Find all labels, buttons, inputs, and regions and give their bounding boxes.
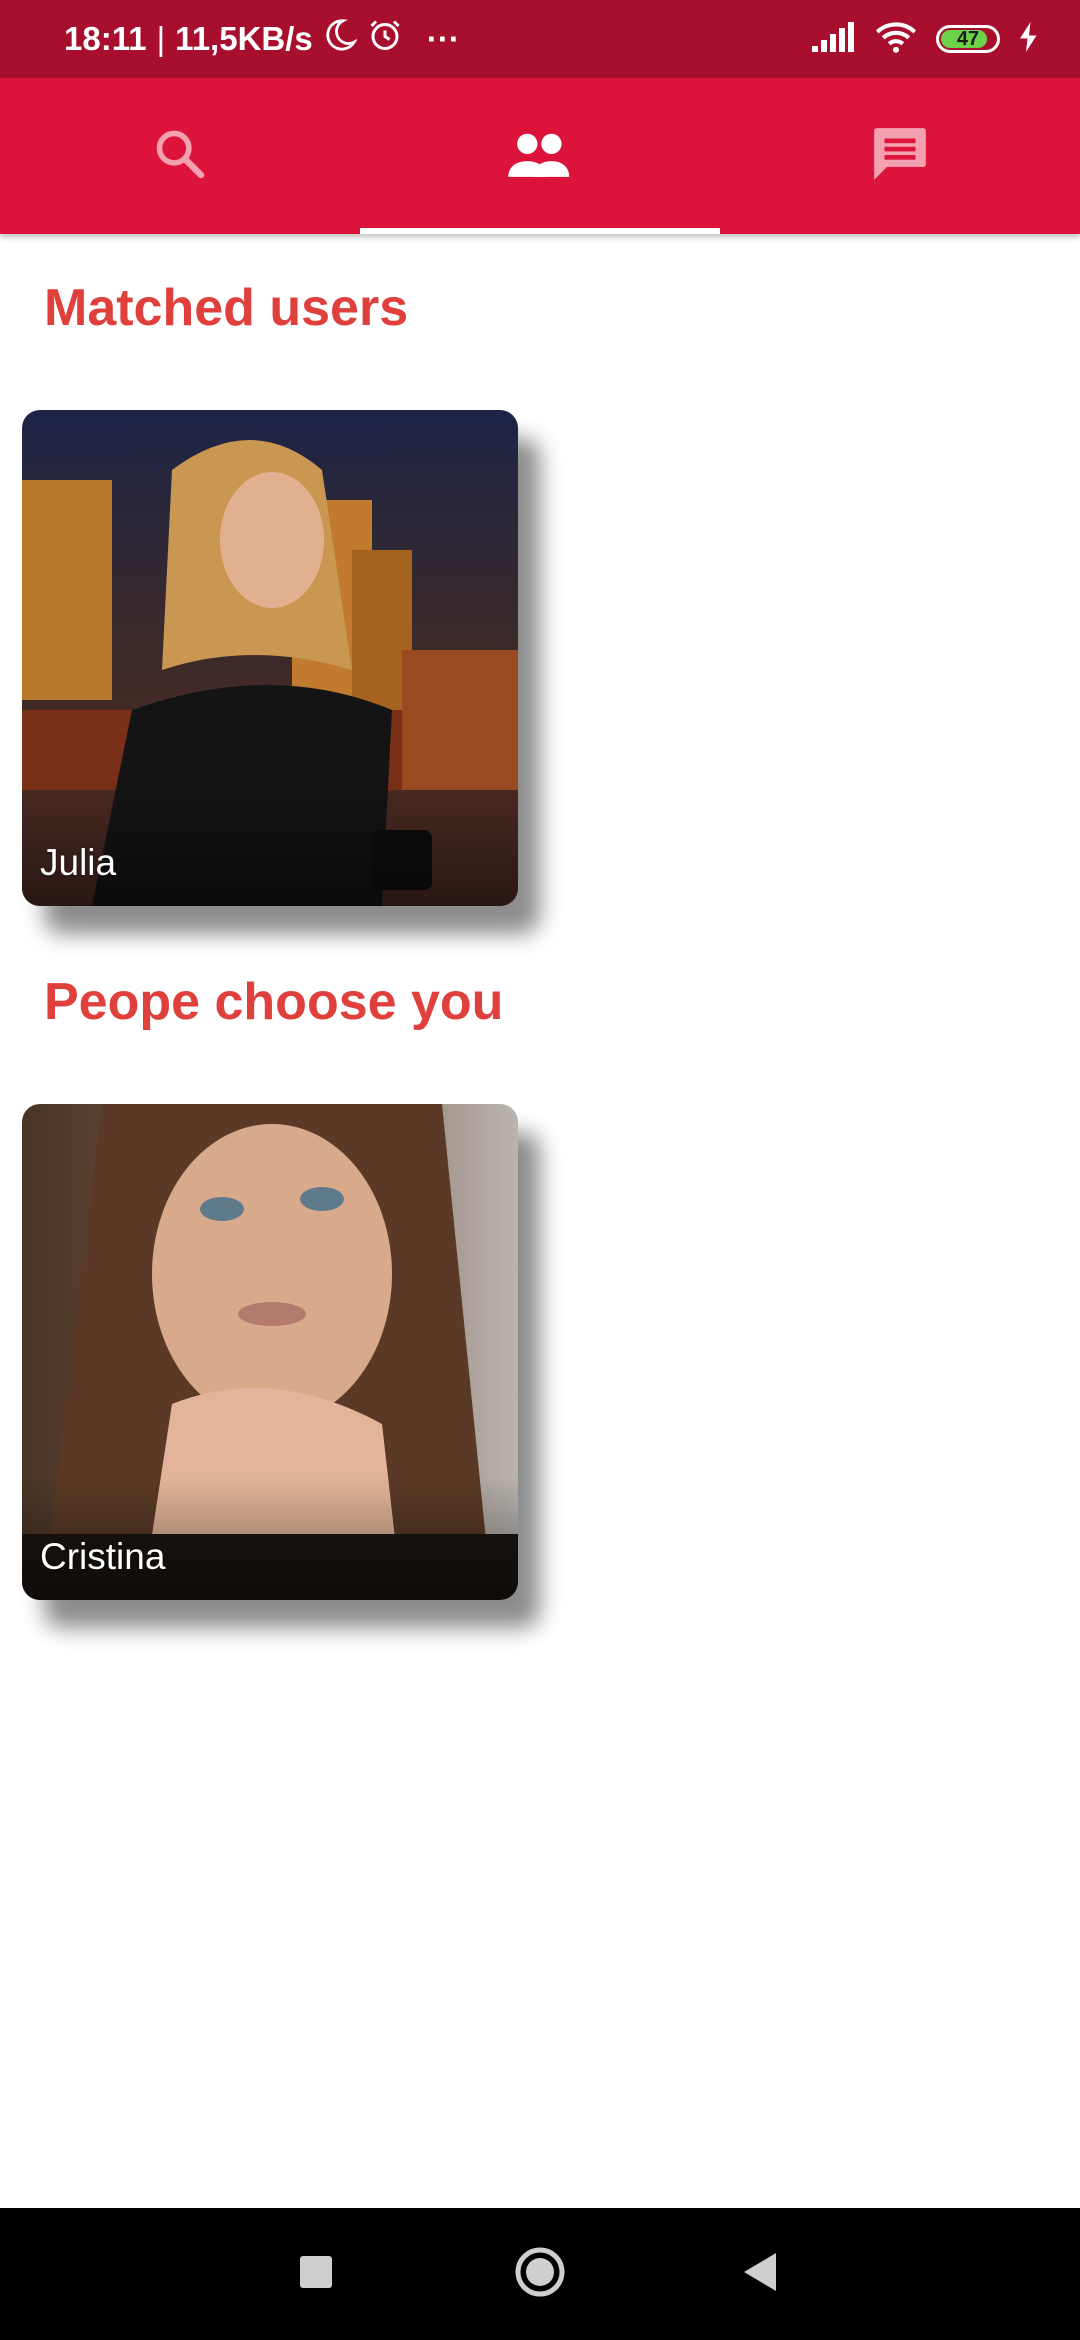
- matched-users-title: Matched users: [44, 279, 409, 337]
- recents-button[interactable]: [256, 2208, 376, 2340]
- status-left: 18:11 | 11,5KB/s ···: [64, 0, 460, 78]
- status-separator: |: [156, 20, 166, 57]
- signal-icon: [812, 21, 856, 57]
- search-icon: [152, 126, 208, 187]
- battery-level: 47: [956, 27, 980, 50]
- user-photo: [22, 410, 518, 906]
- status-time: 18:11: [64, 20, 147, 57]
- back-triangle-icon: [740, 2251, 780, 2298]
- tab-bar: [0, 78, 1080, 234]
- user-photo: [22, 1104, 518, 1600]
- selected-tab-indicator: [360, 228, 720, 234]
- tab-messages[interactable]: [720, 78, 1080, 234]
- chosen-users-title: Peope choose you: [44, 973, 504, 1031]
- recents-square-icon: [299, 2255, 333, 2294]
- tab-people[interactable]: [360, 78, 720, 234]
- tab-search[interactable]: [0, 78, 360, 234]
- chosen-user-card[interactable]: Cristina: [22, 1104, 518, 1600]
- system-nav-bar: [0, 2208, 1080, 2340]
- moon-icon: [323, 18, 358, 60]
- chat-icon: [869, 123, 931, 190]
- charging-icon: [1018, 21, 1040, 57]
- user-name: Julia: [40, 842, 117, 883]
- status-right: 47: [812, 0, 1040, 78]
- user-name: Cristina: [40, 1536, 166, 1577]
- battery-indicator: 47: [936, 25, 1000, 53]
- alarm-icon: [367, 17, 403, 61]
- more-notifications: ···: [426, 20, 460, 57]
- people-icon: [507, 129, 573, 184]
- status-bar: 18:11 | 11,5KB/s ··· 47: [0, 0, 1080, 78]
- home-circle-icon: [514, 2246, 566, 2303]
- matched-user-card[interactable]: Julia: [22, 410, 518, 906]
- home-button[interactable]: [480, 2208, 600, 2340]
- wifi-icon: [874, 20, 918, 59]
- back-button[interactable]: [700, 2208, 820, 2340]
- network-speed: 11,5KB/s: [175, 20, 313, 57]
